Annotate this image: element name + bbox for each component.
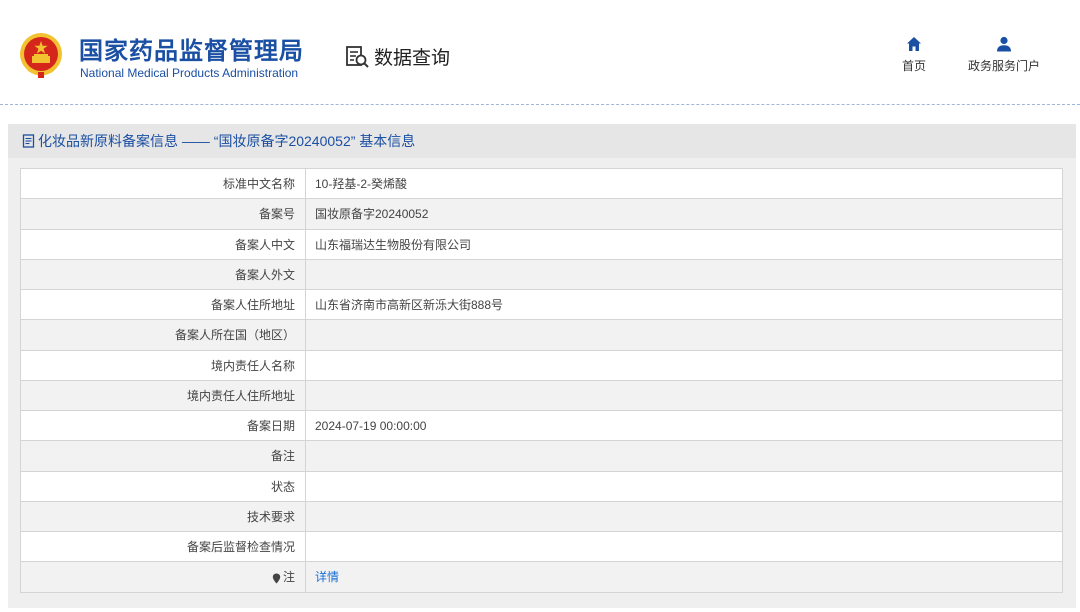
table-row: 备案后监督检查情况: [20, 530, 1063, 563]
row-value: 10-羟基-2-癸烯酸: [305, 167, 1063, 200]
pin-icon: [272, 573, 281, 584]
row-value: [305, 470, 1063, 502]
data-query-title: 数据查询: [374, 48, 451, 69]
row-value: 国妆原备字20240052: [305, 198, 1063, 230]
note-label: 注: [282, 570, 295, 585]
data-query-heading: 数据查询: [345, 43, 450, 70]
row-label: 备案日期: [20, 409, 306, 442]
row-label: 状态: [20, 470, 306, 502]
table-row: 备案日期 2024-07-19 00:00:00: [20, 409, 1063, 442]
row-label: 备案人外文: [20, 258, 306, 291]
row-value: [305, 440, 1063, 472]
row-label: 备案人中文: [20, 228, 306, 260]
row-value: [305, 258, 1063, 291]
header-divider: [0, 104, 1080, 105]
panel-title: 化妆品新原料备案信息 —— “国妆原备字20240052” 基本信息: [38, 133, 416, 149]
row-value: 详情: [305, 561, 1063, 593]
row-label: 备案人住所地址: [20, 288, 306, 321]
row-label: 备案后监督检查情况: [20, 530, 306, 563]
row-label: 备注: [20, 440, 306, 472]
table-row: 境内责任人名称: [20, 349, 1063, 381]
table-row: 备案号 国妆原备字20240052: [20, 198, 1063, 230]
row-label: 技术要求: [20, 500, 306, 533]
nav-home-label: 首页: [901, 59, 926, 73]
table-row: 技术要求: [20, 500, 1063, 533]
row-label: 备案人所在国（地区）: [20, 319, 306, 351]
table-row: 备案人中文 山东福瑞达生物股份有限公司: [20, 228, 1063, 260]
row-value: [305, 530, 1063, 563]
site-name-en: National Medical Products Administration: [80, 66, 299, 80]
nav-gov-service-portal[interactable]: 政务服务门户: [960, 36, 1048, 74]
row-value: 山东福瑞达生物股份有限公司: [305, 228, 1063, 260]
site-name-cn: 国家药品监督管理局: [79, 38, 304, 65]
table-row: 境内责任人住所地址: [20, 379, 1063, 412]
document-icon: [22, 134, 35, 148]
details-link[interactable]: 详情: [315, 570, 339, 584]
row-value: [305, 379, 1063, 412]
row-value: 2024-07-19 00:00:00: [305, 409, 1063, 442]
table-row: 备案人所在国（地区）: [20, 319, 1063, 351]
table-row: 备案人外文: [20, 258, 1063, 291]
table-row: 备案人住所地址 山东省济南市高新区新泺大街888号: [20, 288, 1063, 321]
row-label: 标准中文名称: [20, 167, 306, 200]
panel-title-bar: 化妆品新原料备案信息 —— “国妆原备字20240052” 基本信息: [8, 124, 1076, 158]
row-value: [305, 319, 1063, 351]
row-value: [305, 500, 1063, 533]
national-emblem-icon: [20, 33, 62, 78]
row-value: [305, 349, 1063, 381]
row-label: 备案号: [20, 198, 306, 230]
basic-info-table: 标准中文名称 10-羟基-2-癸烯酸 备案号 国妆原备字20240052 备案人…: [20, 167, 1063, 593]
document-search-icon: [346, 45, 369, 68]
table-row: 标准中文名称 10-羟基-2-癸烯酸: [20, 167, 1063, 200]
row-label: 境内责任人住所地址: [20, 379, 306, 412]
row-value: 山东省济南市高新区新泺大街888号: [305, 288, 1063, 321]
site-header: 国家药品监督管理局 National Medical Products Admi…: [0, 0, 1080, 104]
nav-home[interactable]: 首页: [897, 36, 931, 74]
row-label: 境内责任人名称: [20, 349, 306, 381]
nav-gov-service-label: 政务服务门户: [967, 59, 1040, 73]
home-icon: [907, 37, 921, 51]
table-row: 注 详情: [20, 561, 1063, 593]
table-row: 备注: [20, 440, 1063, 472]
table-row: 状态: [20, 470, 1063, 502]
row-label-note: 注: [20, 561, 306, 593]
user-icon: [997, 36, 1011, 52]
